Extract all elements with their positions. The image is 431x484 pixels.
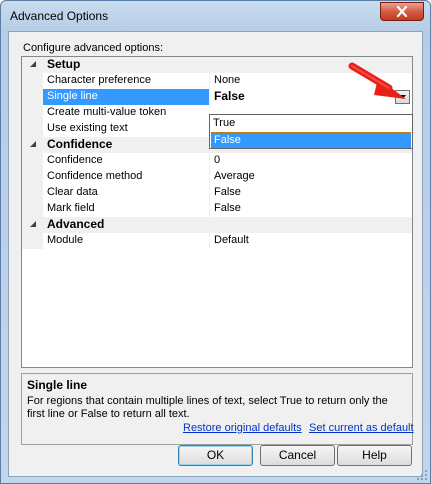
close-button[interactable] (380, 2, 424, 21)
category-advanced[interactable]: Advanced (22, 217, 412, 233)
property-grid[interactable]: Setup Character preference None Single l… (21, 56, 413, 368)
column-divider (209, 73, 210, 89)
column-divider (209, 185, 210, 201)
collapse-icon[interactable] (30, 141, 37, 148)
property-row-confidence[interactable]: Confidence 0 (22, 153, 412, 169)
property-name: Use existing text (47, 122, 128, 134)
column-divider (209, 89, 210, 105)
category-name: Advanced (47, 217, 105, 231)
property-name: Clear data (47, 186, 98, 198)
column-divider (209, 153, 210, 169)
row-gutter (22, 153, 43, 169)
property-name: Confidence method (47, 170, 143, 182)
row-gutter (22, 105, 43, 121)
property-name: Character preference (47, 74, 151, 86)
property-value[interactable]: False (214, 89, 245, 103)
set-default-link[interactable]: Set current as default (309, 422, 414, 434)
row-gutter (22, 121, 43, 137)
description-title: Single line (27, 378, 88, 392)
property-row-module[interactable]: Module Default (22, 233, 412, 249)
restore-defaults-link[interactable]: Restore original defaults (183, 422, 302, 434)
property-row-confidence-method[interactable]: Confidence method Average (22, 169, 412, 185)
title-bar[interactable]: Advanced Options (1, 1, 430, 31)
property-row-character-preference[interactable]: Character preference None (22, 73, 412, 89)
dialog-window: Advanced Options Configure advanced opti… (0, 0, 431, 484)
property-value: False (214, 186, 241, 198)
collapse-icon[interactable] (30, 61, 37, 68)
property-row-clear-data[interactable]: Clear data False (22, 185, 412, 201)
chevron-down-icon (399, 95, 406, 99)
row-gutter (22, 89, 43, 105)
resize-grip-icon[interactable] (417, 470, 428, 481)
row-gutter (22, 73, 43, 89)
configure-label: Configure advanced options: (23, 42, 164, 54)
column-divider (209, 233, 210, 249)
dropdown-option-false[interactable]: False (211, 132, 411, 148)
property-name: Single line (47, 90, 98, 102)
help-button[interactable]: Help (337, 445, 412, 466)
property-row-single-line[interactable]: Single line False (22, 89, 412, 105)
property-name: Module (47, 234, 84, 246)
row-gutter (22, 233, 43, 249)
property-value: Average (214, 170, 255, 182)
column-divider (209, 169, 210, 185)
row-gutter (22, 169, 43, 185)
description-text: For regions that contain multiple lines … (27, 395, 388, 420)
dropdown-list[interactable]: True False (209, 114, 413, 149)
window-title: Advanced Options (10, 9, 109, 23)
property-value: Default (214, 234, 249, 246)
property-value: False (214, 202, 241, 214)
property-name: Create multi-value token (47, 106, 167, 118)
column-divider (209, 201, 210, 217)
property-value: 0 (214, 154, 221, 166)
property-value: None (214, 74, 241, 86)
property-name: Mark field (47, 202, 95, 214)
row-gutter (22, 201, 43, 217)
property-name: Confidence (47, 154, 103, 166)
dropdown-button[interactable] (395, 90, 410, 104)
dialog-body: Configure advanced options: Setup Charac… (8, 31, 423, 477)
category-name: Setup (47, 57, 81, 71)
ok-button[interactable]: OK (178, 445, 253, 466)
category-setup[interactable]: Setup (22, 57, 412, 73)
category-name: Confidence (47, 137, 113, 151)
cancel-button[interactable]: Cancel (260, 445, 335, 466)
description-panel: Single line For regions that contain mul… (21, 373, 413, 445)
close-icon (396, 6, 408, 17)
dropdown-option-true[interactable]: True (211, 116, 411, 132)
row-gutter (22, 185, 43, 201)
collapse-icon[interactable] (30, 221, 37, 228)
property-row-mark-field[interactable]: Mark field False (22, 201, 412, 217)
